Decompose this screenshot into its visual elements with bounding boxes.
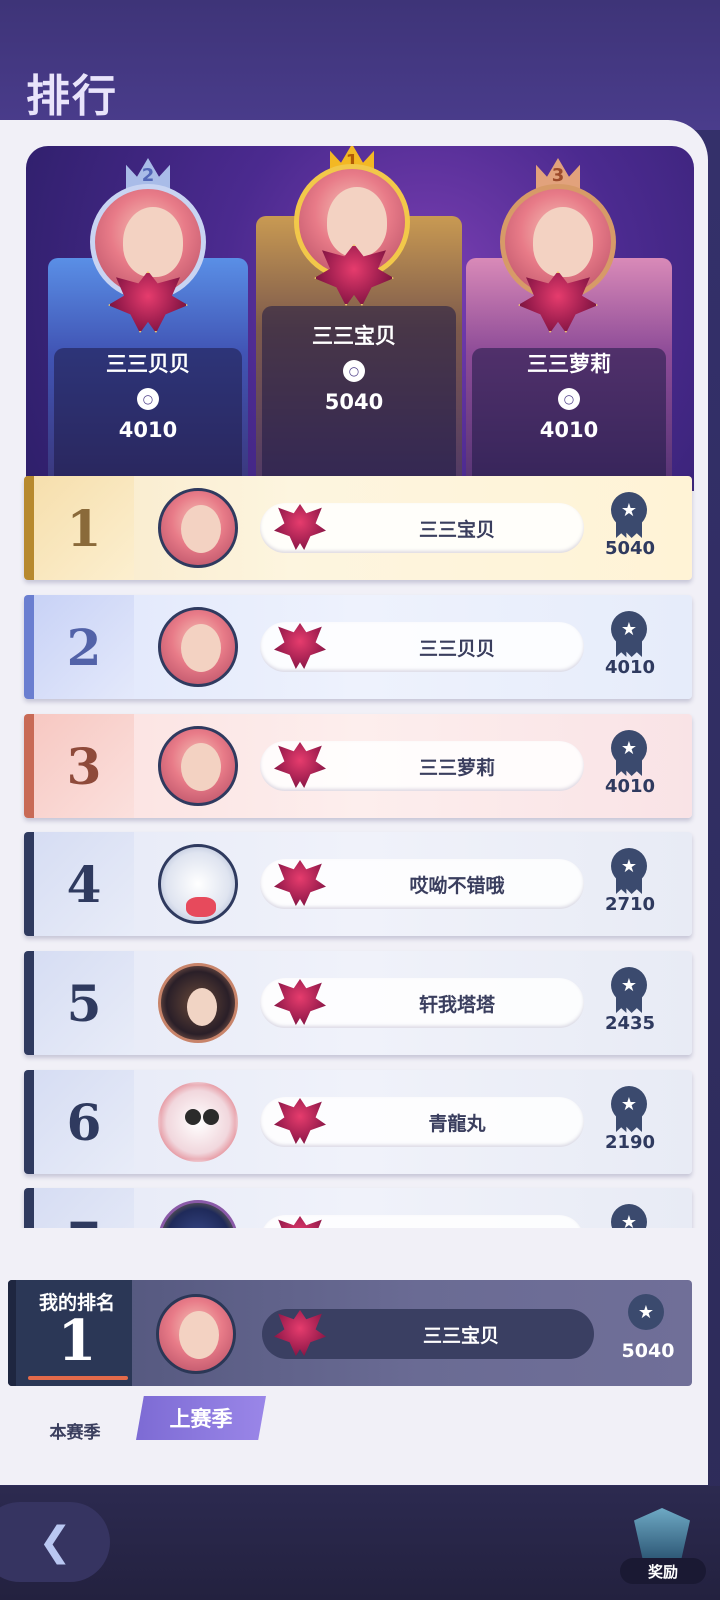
my-rank-number: 1: [57, 1308, 97, 1374]
avatar[interactable]: [158, 488, 238, 568]
tab-current-season[interactable]: 本赛季: [20, 1410, 130, 1450]
podium-score-2: 4010: [118, 418, 178, 442]
medal-icon: ○: [137, 388, 159, 410]
season-tabs: 本赛季 上赛季: [0, 1396, 708, 1476]
my-score: 5040: [621, 1340, 675, 1362]
podium-score-1: 5040: [324, 390, 384, 414]
podium-name-2: 三三贝贝: [106, 351, 190, 376]
player-name: 哎呦不错哦: [409, 874, 505, 897]
reward-button[interactable]: 奖励: [620, 1508, 706, 1588]
player-name: 三三萝莉: [418, 756, 495, 779]
list-item[interactable]: 2 三三贝贝 ★ 4010: [24, 595, 692, 699]
player-name: 三三宝贝: [418, 518, 495, 541]
ranking-list[interactable]: 1 三三宝贝 ★ 5040 2 三三贝贝 ★ 4010 3 三三萝莉 ★ 401…: [0, 470, 708, 1253]
rank-number: 4: [24, 832, 134, 936]
player-score: 2190: [604, 1132, 656, 1153]
reward-label: 奖励: [620, 1558, 706, 1584]
podium-name-3: 三三萝莉: [527, 351, 611, 376]
rank-number: 6: [24, 1070, 134, 1174]
player-name: 三三贝贝: [418, 637, 495, 660]
back-chevron-icon: ❮: [38, 1519, 72, 1565]
medal-icon: ○: [343, 360, 365, 382]
my-rank-underline: [28, 1376, 128, 1380]
avatar[interactable]: [158, 844, 238, 924]
avatar[interactable]: [158, 1082, 238, 1162]
player-score: 2435: [604, 1013, 656, 1034]
rank-number: 2: [24, 595, 134, 699]
my-avatar[interactable]: [156, 1294, 236, 1374]
avatar[interactable]: [158, 726, 238, 806]
list-fade: [0, 1228, 708, 1254]
podium-name-1: 三三宝贝: [312, 323, 396, 348]
my-name: 三三宝贝: [422, 1324, 499, 1347]
player-score: 4010: [604, 776, 656, 797]
star-medal-icon: ★: [628, 1294, 664, 1330]
medal-ribbon: [616, 760, 642, 776]
medal-ribbon: [616, 641, 642, 657]
list-item[interactable]: 4 哎呦不错哦 ★ 2710: [24, 832, 692, 936]
back-button[interactable]: ❮: [0, 1502, 110, 1582]
medal-ribbon: [616, 878, 642, 894]
reward-badge-icon: [634, 1508, 690, 1558]
medal-ribbon: [616, 1116, 642, 1132]
player-score: 5040: [604, 538, 656, 559]
tab-previous-season[interactable]: 上赛季: [136, 1396, 266, 1440]
podium: 2 三三贝贝 ○ 4010 1 三三宝贝 ○ 5040 3 三三萝莉 ○ 401…: [26, 146, 694, 491]
player-score: 2710: [604, 894, 656, 915]
list-item[interactable]: 3 三三萝莉 ★ 4010: [24, 714, 692, 818]
podium-score-3: 4010: [539, 418, 599, 442]
medal-ribbon: [616, 522, 642, 538]
list-item[interactable]: 5 轩我塔塔 ★ 2435: [24, 951, 692, 1055]
header: 排行: [0, 0, 720, 130]
rank-number: 3: [24, 714, 134, 818]
avatar[interactable]: [158, 607, 238, 687]
medal-ribbon: [616, 997, 642, 1013]
player-name: 轩我塔塔: [418, 993, 495, 1016]
player-score: 4010: [604, 657, 656, 678]
my-rank-bar[interactable]: 我的排名 1 三三宝贝 ★ 5040: [8, 1280, 692, 1386]
list-item[interactable]: 6 青龍丸 ★ 2190: [24, 1070, 692, 1174]
list-item[interactable]: 1 三三宝贝 ★ 5040: [24, 476, 692, 580]
rank-number: 5: [24, 951, 134, 1055]
avatar[interactable]: [158, 963, 238, 1043]
bottom-bar: ❮ 奖励: [0, 1486, 720, 1600]
page-title: 排行: [26, 71, 118, 122]
player-name: 青龍丸: [428, 1112, 486, 1135]
rank-number: 1: [24, 476, 134, 580]
medal-icon: ○: [558, 388, 580, 410]
